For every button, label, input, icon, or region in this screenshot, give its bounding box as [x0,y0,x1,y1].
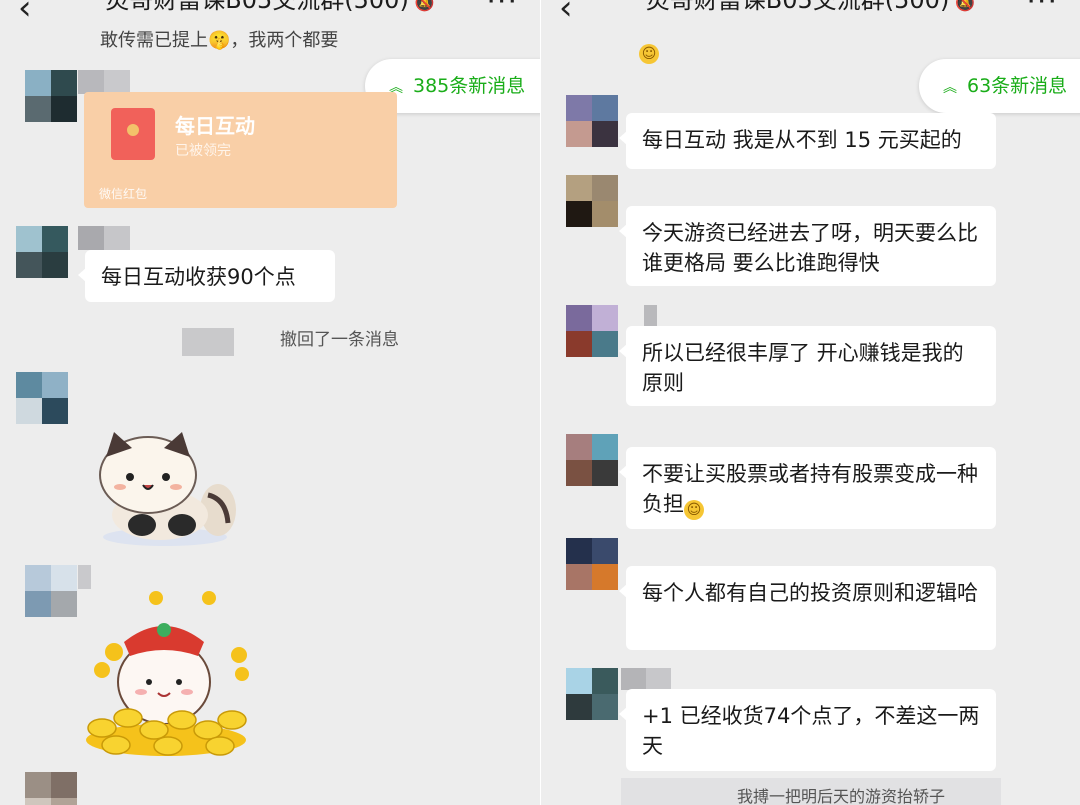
panel-divider [540,0,541,805]
grin-emoji-icon: ☺ [684,500,704,520]
sender-name-blurred [78,565,104,589]
avatar[interactable] [16,226,68,278]
avatar[interactable] [25,565,77,617]
message-text: 每个人都有自己的投资原则和逻辑哈 [642,581,978,605]
avatar[interactable] [566,175,618,227]
message-text: 今天游资已经进去了呀，明天要么比谁更格局 要么比谁跑得快 [642,221,978,275]
chat-title: 灵哥财富课B05交流群(500) 🔕 [0,0,540,15]
chat-panel-right: ‹ 灵哥财富课B05交流群(500) 🔕 ··· ☺ ︽ 63条新消息 每日互动 我… [541,0,1080,805]
message-bubble[interactable]: 每日互动收获90个点 [78,250,335,302]
message-text: +1 已经收货74个点了，不差这一两天 [642,704,980,758]
sender-name-blurred [621,668,671,690]
message-bubble[interactable]: 所以已经很丰厚了 开心赚钱是我的原则 [619,326,996,406]
screenshot: ‹ 灵哥财富课B05交流群(500) 🔕 ··· 敢传需已提上🤫，我两个都要 ︽ 3… [0,0,1080,805]
red-packet-icon [111,108,155,160]
quoted-message-strip[interactable]: 我搏一把明后天的游资抬轿子 [621,778,1001,805]
partial-message: 敢传需已提上🤫，我两个都要 [100,30,339,51]
more-icon[interactable]: ··· [486,0,518,19]
system-notice: 撤回了一条消息 [280,330,399,350]
sender-name-blurred [78,70,130,94]
avatar[interactable] [566,95,618,147]
mute-icon: 🔕 [955,0,976,12]
message-bubble[interactable]: 不要让买股票或者持有股票变成一种负担 ☺ [619,447,996,529]
avatar[interactable] [566,668,618,720]
grin-emoji-icon: ☺ [639,44,659,64]
avatar[interactable] [16,372,68,424]
red-packet-title: 每日互动 [175,114,255,138]
new-messages-pill[interactable]: ︽ 63条新消息 [919,59,1080,113]
avatar[interactable] [566,538,618,590]
avatar[interactable] [25,772,77,805]
mute-icon: 🔕 [414,0,435,12]
chevron-up-icon: ︽ [943,80,957,96]
red-packet-status: 已被领完 [175,143,231,159]
recaller-name-blurred [182,328,234,356]
avatar[interactable] [566,305,618,357]
avatar[interactable] [25,70,77,122]
message-bubble[interactable]: 每日互动 我是从不到 15 元买起的 [619,113,996,169]
more-icon[interactable]: ··· [1026,0,1058,19]
message-bubble[interactable]: 每个人都有自己的投资原则和逻辑哈 [619,566,996,650]
chat-panel-left: ‹ 灵哥财富课B05交流群(500) 🔕 ··· 敢传需已提上🤫，我两个都要 ︽ 3… [0,0,540,805]
chat-header: ‹ 灵哥财富课B05交流群(500) 🔕 ··· [541,0,1080,34]
sender-name-blurred [78,226,130,250]
red-packet-card[interactable]: 每日互动 已被领完 微信红包 [84,92,397,208]
quoted-message-text: 我搏一把明后天的游资抬轿子 [737,787,946,805]
message-bubble[interactable]: 今天游资已经进去了呀，明天要么比谁更格局 要么比谁跑得快 [619,206,996,286]
chat-title: 灵哥财富课B05交流群(500) 🔕 [541,0,1080,15]
red-packet-footer: 微信红包 [99,187,148,201]
sender-name-blurred [644,305,670,327]
message-text: 所以已经很丰厚了 开心赚钱是我的原则 [642,341,964,395]
sticker-fortune-bunny[interactable] [84,590,249,758]
sticker-raccoon[interactable] [90,425,240,550]
avatar[interactable] [566,434,618,486]
message-bubble[interactable]: +1 已经收货74个点了，不差这一两天 [619,689,996,771]
message-text: 每日互动收获90个点 [101,265,296,289]
message-text: 每日互动 我是从不到 15 元买起的 [642,128,962,152]
